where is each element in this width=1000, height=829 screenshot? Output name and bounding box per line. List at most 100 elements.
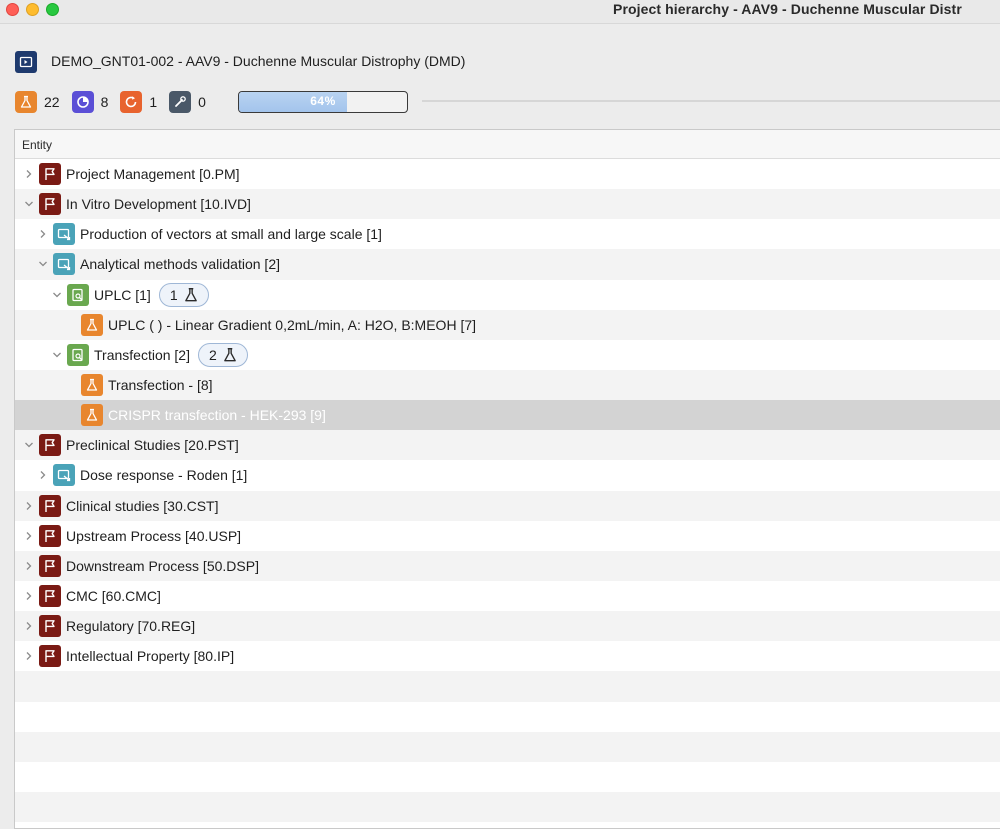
- progress-label: 64%: [310, 94, 336, 108]
- project-icon: [15, 51, 37, 73]
- chevron-right-icon[interactable]: [22, 649, 36, 663]
- chevron-down-icon[interactable]: [50, 348, 64, 362]
- chevron-right-icon[interactable]: [36, 468, 50, 482]
- status-counters: 22 8 1 0: [15, 90, 218, 114]
- overall-progress-bar: 64%: [238, 91, 408, 113]
- tree-row[interactable]: Dose response - Roden [1]: [15, 460, 1000, 490]
- flag-icon: [39, 585, 61, 608]
- flag-icon: [39, 494, 61, 517]
- tree-row-label: Regulatory [70.REG]: [66, 618, 196, 635]
- tree-row[interactable]: UPLC [1] 1: [15, 280, 1000, 310]
- tree-row[interactable]: Clinical studies [30.CST]: [15, 490, 1000, 521]
- tools-counter: 0: [169, 91, 206, 113]
- in-progress-count: 8: [100, 94, 109, 110]
- flag-icon: [39, 645, 61, 668]
- app-window: Project hierarchy - AAV9 - Duchenne Musc…: [0, 0, 1000, 829]
- chevron-right-icon[interactable]: [22, 619, 36, 633]
- flask-icon: [81, 404, 103, 427]
- tree-row[interactable]: Downstream Process [50.DSP]: [15, 550, 1000, 581]
- progress-circle-icon: [71, 91, 94, 113]
- repeat-count: 1: [149, 94, 158, 110]
- tree-row-label: Analytical methods validation [2]: [80, 256, 280, 273]
- flag-icon: [39, 524, 61, 547]
- chevron-right-icon[interactable]: [22, 559, 36, 573]
- empty-tree-row: [15, 702, 1000, 732]
- study-icon: [53, 464, 75, 487]
- empty-tree-row: [15, 762, 1000, 792]
- flag-icon: [39, 554, 61, 577]
- tools-count: 0: [198, 94, 206, 110]
- tree-row-label: CMC [60.CMC]: [66, 588, 161, 605]
- experiments-counter: 22: [15, 91, 60, 113]
- test-count-value: 2: [208, 346, 217, 363]
- tree-row[interactable]: Regulatory [70.REG]: [15, 611, 1000, 642]
- chevron-down-icon[interactable]: [22, 197, 36, 211]
- tree-row[interactable]: UPLC ( ) - Linear Gradient 0,2mL/min, A:…: [15, 309, 1000, 340]
- tree-row-label: UPLC [1]: [94, 286, 151, 303]
- study-icon: [53, 253, 75, 276]
- tree-row[interactable]: Preclinical Studies [20.PST]: [15, 430, 1000, 461]
- test-count-badge[interactable]: 2: [197, 342, 248, 367]
- tools-icon: [169, 91, 192, 113]
- tree-row-label: Dose response - Roden [1]: [80, 467, 248, 484]
- tree-row-label: Downstream Process [50.DSP]: [66, 557, 259, 574]
- in-progress-counter: 8: [71, 91, 109, 113]
- maximize-window-button[interactable]: [46, 3, 59, 16]
- tree-row[interactable]: Upstream Process [40.USP]: [15, 521, 1000, 551]
- flask-icon: [183, 287, 199, 303]
- tree-row[interactable]: In Vitro Development [10.IVD]: [15, 189, 1000, 220]
- entity-column-header[interactable]: Entity: [15, 130, 1000, 159]
- chevron-down-icon[interactable]: [50, 288, 64, 302]
- chevron-right-icon[interactable]: [22, 499, 36, 513]
- flag-icon: [39, 434, 61, 457]
- minimize-window-button[interactable]: [26, 3, 39, 16]
- tree-row-label: Upstream Process [40.USP]: [66, 527, 242, 544]
- flask-icon: [222, 347, 238, 363]
- project-title: DEMO_GNT01-002 - AAV9 - Duchenne Muscula…: [51, 53, 466, 69]
- window-title: Project hierarchy - AAV9 - Duchenne Musc…: [613, 1, 962, 17]
- tree-row[interactable]: CRISPR transfection - HEK-293 [9]: [15, 400, 1000, 431]
- experiment-icon: [67, 283, 89, 306]
- experiment-icon: [67, 343, 89, 366]
- experiments-count: 22: [44, 94, 60, 110]
- repeat-counter: 1: [120, 91, 157, 113]
- study-icon: [53, 223, 75, 246]
- chevron-right-icon[interactable]: [22, 589, 36, 603]
- test-count-badge[interactable]: 1: [158, 282, 209, 307]
- flag-icon: [39, 163, 61, 186]
- tree-row-label: Clinical studies [30.CST]: [66, 497, 219, 514]
- refresh-icon: [120, 91, 143, 113]
- tree-row-label: Transfection - [8]: [108, 377, 213, 394]
- tree-row[interactable]: Transfection - [8]: [15, 369, 1000, 401]
- tree-row[interactable]: Project Management [0.PM]: [15, 159, 1000, 189]
- tree-row-label: Intellectual Property [80.IP]: [66, 648, 235, 665]
- tree-row-label: Preclinical Studies [20.PST]: [66, 437, 239, 454]
- empty-tree-row: [15, 731, 1000, 762]
- chevron-right-icon[interactable]: [22, 529, 36, 543]
- tree-row-label: Project Management [0.PM]: [66, 166, 240, 183]
- chevron-right-icon[interactable]: [22, 167, 36, 181]
- test-count-value: 1: [169, 286, 178, 303]
- chevron-right-icon[interactable]: [36, 227, 50, 241]
- close-window-button[interactable]: [6, 3, 19, 16]
- chevron-down-icon[interactable]: [36, 257, 50, 271]
- flag-icon: [39, 193, 61, 216]
- tree-row[interactable]: Intellectual Property [80.IP]: [15, 641, 1000, 671]
- tree-rows: Project Management [0.PM] In Vitro Develo…: [15, 159, 1000, 823]
- chevron-down-icon[interactable]: [22, 438, 36, 452]
- tree-row[interactable]: Analytical methods validation [2]: [15, 249, 1000, 280]
- flag-icon: [39, 615, 61, 638]
- tree-row[interactable]: Production of vectors at small and large…: [15, 219, 1000, 249]
- flask-icon: [81, 313, 103, 336]
- hierarchy-tree[interactable]: Entity Project Management [0.PM] In Vitro…: [14, 129, 1000, 829]
- tree-row-label: UPLC ( ) - Linear Gradient 0,2mL/min, A:…: [108, 316, 477, 333]
- header-divider: [422, 100, 1000, 102]
- tree-row-label: Transfection [2]: [94, 346, 190, 363]
- tree-row-label: In Vitro Development [10.IVD]: [66, 196, 251, 213]
- empty-tree-row: [15, 791, 1000, 823]
- title-bar: Project hierarchy - AAV9 - Duchenne Musc…: [0, 0, 1000, 24]
- tree-row[interactable]: Transfection [2] 2: [15, 340, 1000, 370]
- tree-row[interactable]: CMC [60.CMC]: [15, 581, 1000, 611]
